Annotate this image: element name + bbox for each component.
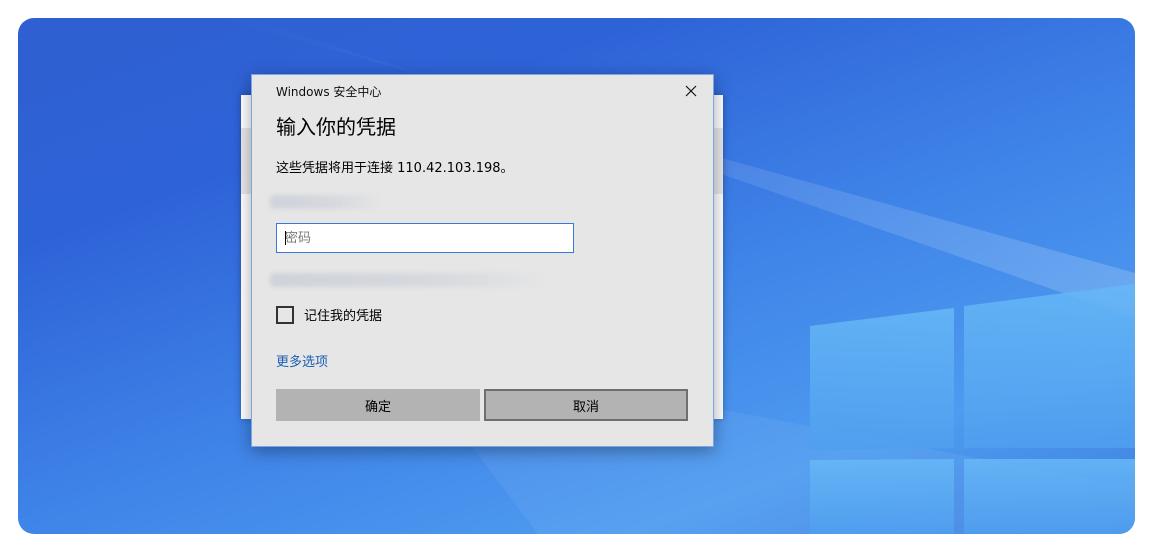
- credential-dialog: Windows 安全中心 输入你的凭据 这些凭据将用于连接 110.42.103…: [251, 74, 714, 447]
- remember-label: 记住我的凭据: [304, 309, 383, 324]
- desktop: Windows 安全中心 输入你的凭据 这些凭据将用于连接 110.42.103…: [18, 18, 1135, 534]
- close-icon: [685, 85, 697, 97]
- dialog-caption: Windows 安全中心: [276, 85, 382, 99]
- blurred-username: [270, 195, 382, 209]
- cancel-button[interactable]: 取消: [484, 389, 688, 421]
- dialog-title: 输入你的凭据: [276, 115, 396, 139]
- blurred-info: [270, 273, 546, 287]
- close-button[interactable]: [679, 79, 703, 103]
- more-options-link[interactable]: 更多选项: [276, 351, 328, 370]
- text-caret: [285, 231, 286, 245]
- ok-button[interactable]: 确定: [276, 389, 480, 421]
- remember-checkbox[interactable]: [276, 305, 294, 324]
- dialog-description: 这些凭据将用于连接 110.42.103.198。: [276, 161, 514, 176]
- password-input[interactable]: [276, 223, 574, 253]
- remember-credentials-option[interactable]: 记住我的凭据: [276, 305, 382, 324]
